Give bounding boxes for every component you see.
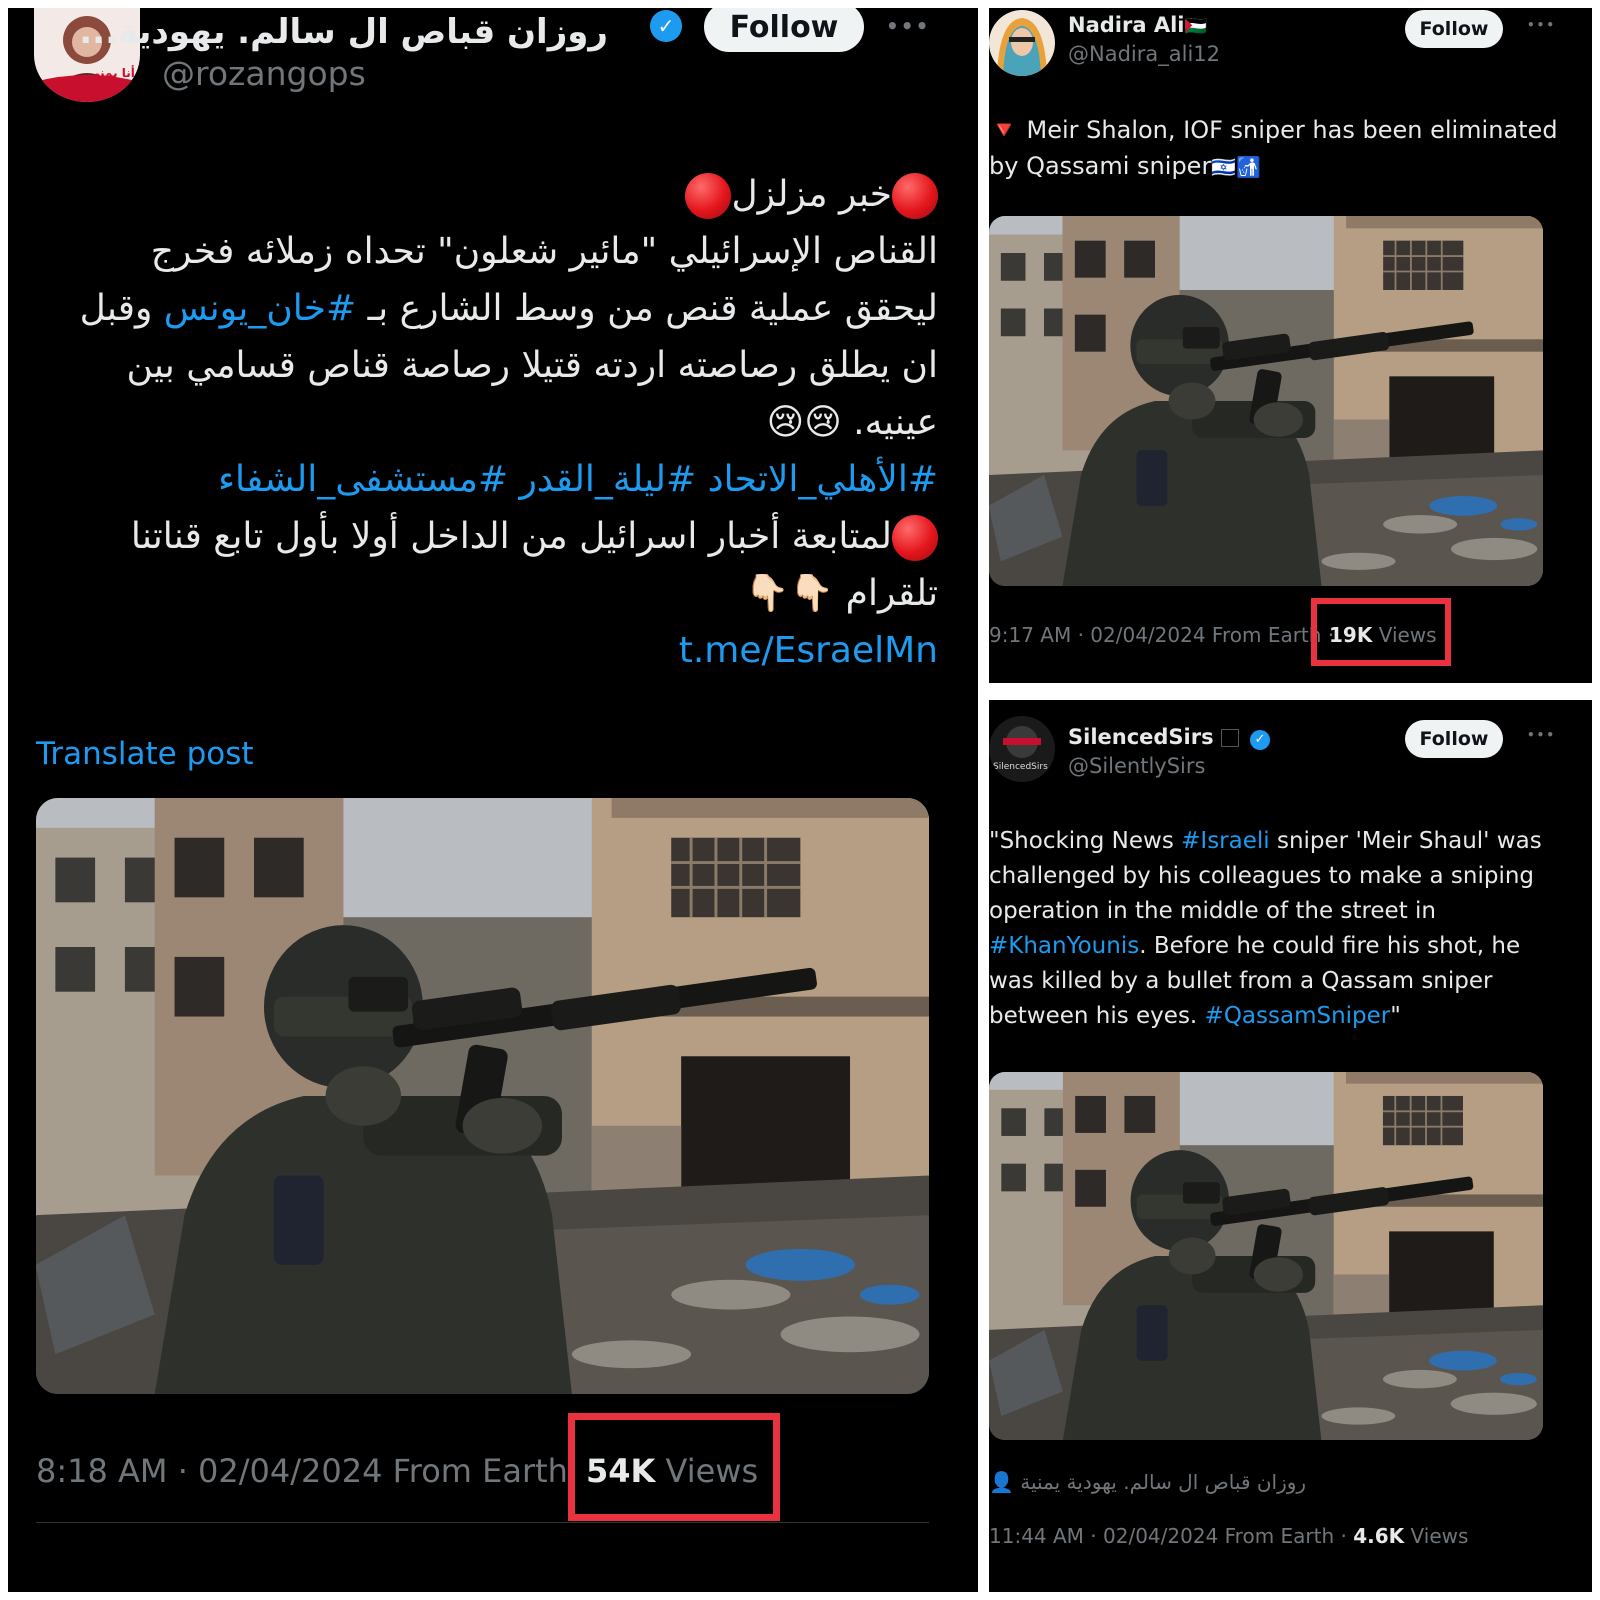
text-line: between his eyes. #QassamSniper": [989, 999, 1589, 1034]
text-line: القناص الإسرائيلي "مائير شعلون" تحداه زم…: [150, 231, 938, 272]
text-line: ليحقق عملية قنص من وسط الشارع بـ #خان_يو…: [38, 280, 938, 337]
text-line: "Shocking News #Israeli sniper 'Meir Sha…: [989, 824, 1589, 859]
avatar-caption: أنا يمني: [88, 66, 135, 80]
post-photo[interactable]: [989, 1072, 1543, 1440]
text-line: challenged by his colleagues to make a s…: [989, 863, 1535, 889]
follow-button[interactable]: Follow: [704, 8, 864, 52]
post-text: 🔻 Meir Shalon, IOF sniper has been elimi…: [989, 112, 1579, 185]
follow-button[interactable]: Follow: [1405, 10, 1503, 48]
post-photo[interactable]: [36, 798, 929, 1394]
palestine-flag-icon: 🇵🇸: [1184, 16, 1207, 37]
text-fragment: ": [1390, 1003, 1401, 1029]
display-name-text: SilencedSirs: [1068, 725, 1214, 749]
views-label: Views: [1378, 623, 1437, 647]
text-fragment: "Shocking News: [989, 828, 1182, 854]
avatar[interactable]: SilencedSirs: [989, 716, 1055, 782]
black-square-icon: [1220, 729, 1239, 747]
hashtag-link[interactable]: #QassamSniper: [1205, 1003, 1391, 1029]
views-count[interactable]: 54K Views: [586, 1452, 758, 1490]
text-line: was killed by a bullet from a Qassam sni…: [989, 968, 1493, 994]
telegram-link[interactable]: t.me/EsraelMn: [38, 622, 938, 679]
timestamp[interactable]: 8:18 AM · 02/04/2024 From Earth: [36, 1452, 568, 1490]
red-triangle-icon: 🔻: [989, 116, 1019, 144]
follow-button[interactable]: Follow: [1405, 720, 1503, 758]
display-name[interactable]: SilencedSirs: [1068, 725, 1239, 749]
post-text: "Shocking News #Israeli sniper 'Meir Sha…: [989, 824, 1589, 1034]
person-icon: 👤: [989, 1470, 1014, 1494]
hashtag-links[interactable]: #الأهلي_الاتحاد #ليلة_القدر #مستشفى_الشف…: [38, 451, 938, 508]
divider: [36, 1522, 929, 1523]
repost-author: روزان قباص ال سالم. يهودية يمنية: [1020, 1470, 1307, 1494]
verified-badge-icon: ✓: [1250, 730, 1270, 750]
views-label: Views: [1410, 1524, 1469, 1548]
soldier-photo-image: [989, 216, 1543, 586]
avatar[interactable]: [989, 10, 1055, 76]
avatar-logo-icon: [1003, 726, 1041, 758]
handle[interactable]: @SilentlySirs: [1068, 754, 1205, 778]
red-circle-icon: [892, 515, 938, 561]
verified-badge-icon: ✓: [650, 10, 682, 42]
display-name[interactable]: روزان قباص ال سالم. يهودية...: [79, 12, 608, 52]
views-number: 4.6K: [1353, 1524, 1405, 1548]
post-arabic-original: أنا يمني روزان قباص ال سالم. يهودية... ✓…: [8, 8, 978, 1592]
avatar-portrait-icon: [997, 18, 1047, 76]
translate-post-link[interactable]: Translate post: [36, 736, 254, 772]
handle[interactable]: @rozangops: [162, 54, 366, 93]
hashtag-link[interactable]: #Israeli: [1181, 828, 1270, 854]
text-fragment: . Before he could fire his shot, he: [1139, 933, 1521, 959]
text-line: operation in the middle of the street in: [989, 898, 1437, 924]
display-name[interactable]: Nadira Ali🇵🇸: [1068, 13, 1207, 37]
display-name-text: Nadira Ali: [1068, 13, 1185, 37]
text-fragment: Meir Shalon, IOF sniper has been elimina…: [1026, 116, 1558, 144]
text-line: by Qassami sniper🇮🇱🚮: [989, 148, 1579, 185]
repost-line[interactable]: 👤 روزان قباص ال سالم. يهودية يمنية: [989, 1470, 1306, 1494]
post-text: خبر مزلزل القناص الإسرائيلي "مائير شعلون…: [38, 166, 938, 679]
text-line: تلقرام 👇🏻👇🏻: [744, 573, 938, 614]
text-line: لمتابعة أخبار اسرائيل من الداخل أولا بأو…: [130, 516, 892, 557]
handle[interactable]: @Nadira_ali12: [1068, 42, 1220, 66]
text-fragment: by Qassami sniper: [989, 152, 1212, 180]
text-fragment: between his eyes.: [989, 1003, 1205, 1029]
post-photo[interactable]: [989, 216, 1543, 586]
text-line: خبر مزلزل: [731, 174, 892, 215]
more-options-icon[interactable]: •••: [1527, 18, 1556, 32]
text-line: #KhanYounis. Before he could fire his sh…: [989, 929, 1589, 964]
soldier-photo-image: [36, 798, 929, 1394]
timestamp[interactable]: 9:17 AM · 02/04/2024 From Earth ·: [989, 623, 1334, 647]
avatar-caption: SilencedSirs: [993, 762, 1048, 772]
timestamp[interactable]: 11:44 AM · 02/04/2024 From Earth · 4.6K …: [989, 1524, 1468, 1548]
text-fragment: ليحقق عملية قنص من وسط الشارع بـ: [356, 288, 938, 329]
views-number: 19K: [1329, 623, 1373, 647]
views-label: Views: [665, 1452, 759, 1490]
text-line: ان يطلق رصاصته اردته قتيلا رصاصة قناص قس…: [126, 345, 938, 386]
timestamp-text: 11:44 AM · 02/04/2024 From Earth ·: [989, 1524, 1347, 1548]
hashtag-link[interactable]: #خان_يونس: [164, 288, 356, 329]
flag-trash-icons: 🇮🇱🚮: [1211, 155, 1262, 179]
text-fragment: sniper 'Meir Shaul' was: [1269, 828, 1542, 854]
text-fragment: وقبل: [79, 288, 164, 329]
post-silencedsirs: SilencedSirs SilencedSirs ✓ @SilentlySir…: [989, 700, 1592, 1592]
red-circle-icon: [892, 173, 938, 219]
more-options-icon[interactable]: •••: [1527, 728, 1556, 742]
text-line: 🔻 Meir Shalon, IOF sniper has been elimi…: [989, 112, 1579, 148]
views-count[interactable]: 19K Views: [1329, 623, 1437, 647]
text-line: عينيه. 😢😢: [766, 402, 938, 443]
red-circle-icon: [685, 173, 732, 219]
soldier-photo-image: [989, 1072, 1543, 1440]
post-nadira-ali: Nadira Ali🇵🇸 @Nadira_ali12 Follow ••• 🔻 …: [989, 8, 1592, 683]
more-options-icon[interactable]: •••: [886, 14, 930, 38]
hashtag-link[interactable]: #KhanYounis: [989, 933, 1139, 959]
views-number: 54K: [586, 1452, 656, 1490]
